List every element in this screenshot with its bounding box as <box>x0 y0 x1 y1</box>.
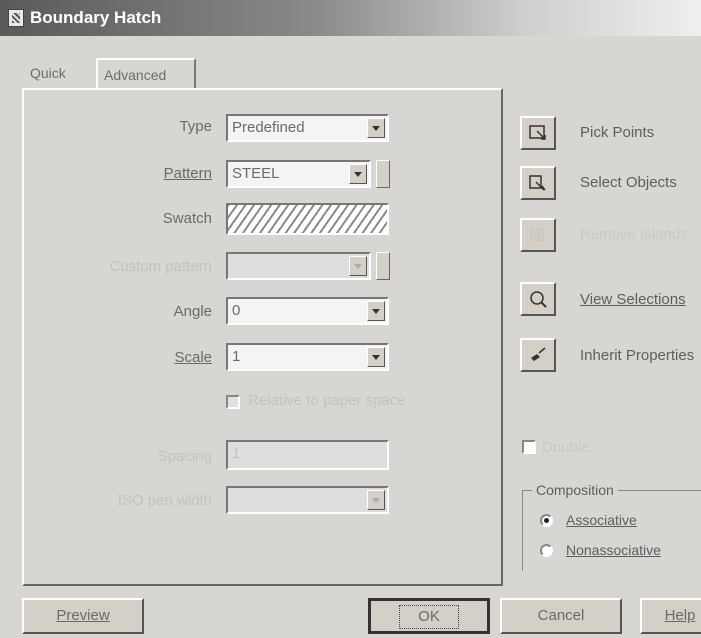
associative-radio[interactable] <box>540 514 553 527</box>
spacing-field[interactable]: 1 <box>226 440 389 470</box>
pattern-dropdown[interactable]: STEEL <box>226 160 371 188</box>
select-objects-button[interactable] <box>520 166 556 200</box>
type-dropdown[interactable]: Predefined <box>226 114 389 142</box>
type-value: Predefined <box>232 119 305 136</box>
custom-pattern-dropdown[interactable] <box>226 252 371 280</box>
inherit-properties-button[interactable] <box>520 338 556 372</box>
nonassociative-label: Nonassociative <box>566 542 661 558</box>
pick-points-button[interactable] <box>520 116 556 150</box>
help-button[interactable]: Help <box>640 598 701 634</box>
preview-button[interactable]: Preview <box>22 598 144 634</box>
spacing-label: Spacing <box>157 448 212 465</box>
boundary-hatch-dialog: Boundary Hatch Quick Advanced Type Prede… <box>0 0 701 638</box>
chevron-down-icon[interactable] <box>367 301 385 321</box>
angle-label: Angle <box>173 303 212 320</box>
tab-advanced[interactable]: Advanced <box>96 58 196 88</box>
chevron-down-icon[interactable] <box>349 256 367 276</box>
scale-value: 1 <box>232 348 241 365</box>
chevron-down-icon[interactable] <box>367 347 385 367</box>
angle-value: 0 <box>232 302 241 319</box>
ok-button[interactable]: OK <box>368 598 490 634</box>
pattern-label: Pattern <box>163 165 212 182</box>
view-selections-label: View Selections <box>580 291 686 308</box>
relative-paper-label: Relative to paper space <box>248 392 406 409</box>
iso-pen-label: ISO pen width <box>117 492 212 509</box>
relative-paper-checkbox[interactable] <box>226 395 240 409</box>
double-label: Double <box>542 439 590 456</box>
pattern-browse-button[interactable] <box>376 160 390 188</box>
view-selections-button[interactable] <box>520 282 556 316</box>
scale-label: Scale <box>174 349 212 366</box>
magnifier-icon <box>530 291 547 308</box>
custom-pattern-browse-button[interactable] <box>376 252 390 280</box>
remove-islands-icon <box>530 228 544 241</box>
type-label: Type <box>179 118 212 135</box>
title-bar: Boundary Hatch <box>0 0 701 36</box>
associative-label: Associative <box>566 512 637 528</box>
select-objects-icon <box>529 175 546 191</box>
composition-label: Composition <box>532 482 618 498</box>
chevron-down-icon[interactable] <box>367 118 385 138</box>
pattern-value: STEEL <box>232 165 280 182</box>
remove-islands-button[interactable] <box>520 218 556 252</box>
pattern-swatch[interactable] <box>226 203 389 235</box>
hatch-app-icon <box>8 9 24 27</box>
angle-dropdown[interactable]: 0 <box>226 297 389 325</box>
iso-pen-dropdown[interactable] <box>226 486 389 514</box>
swatch-label: Swatch <box>162 210 212 227</box>
pick-points-label: Pick Points <box>580 124 655 141</box>
spacing-value: 1 <box>232 445 241 462</box>
dialog-title: Boundary Hatch <box>30 8 162 27</box>
tab-quick[interactable]: Quick <box>30 58 90 88</box>
inherit-brush-icon <box>531 347 546 361</box>
scale-dropdown[interactable]: 1 <box>226 343 389 371</box>
cancel-button[interactable]: Cancel <box>500 598 622 634</box>
chevron-down-icon[interactable] <box>367 490 385 510</box>
nonassociative-radio[interactable] <box>540 544 553 557</box>
remove-islands-label: Remove Islands <box>580 226 688 243</box>
inherit-properties-label: Inherit Properties <box>580 347 695 364</box>
custom-pattern-label: Custom pattern <box>109 258 212 275</box>
composition-group <box>522 490 701 571</box>
double-checkbox[interactable] <box>522 440 536 454</box>
pick-points-icon <box>529 125 546 140</box>
select-objects-label: Select Objects <box>580 174 677 191</box>
chevron-down-icon[interactable] <box>349 164 367 184</box>
